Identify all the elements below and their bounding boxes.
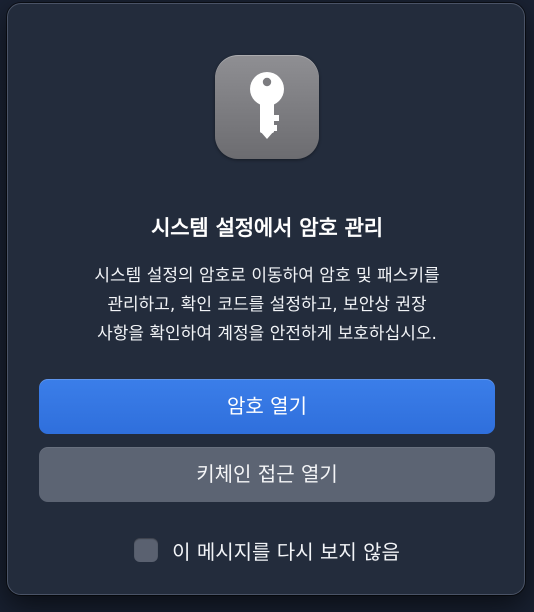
message-line: 사항을 확인하여 계정을 안전하게 보호하십시오. — [97, 324, 437, 344]
message-line: 관리하고, 확인 코드를 설정하고, 보안상 권장 — [107, 295, 427, 315]
key-icon — [215, 55, 319, 159]
dont-show-again-row[interactable]: 이 메시지를 다시 보지 않음 — [8, 534, 526, 566]
open-keychain-access-button[interactable]: 키체인 접근 열기 — [39, 447, 495, 502]
message-line: 시스템 설정의 암호로 이동하여 암호 및 패스키를 — [94, 266, 440, 286]
open-passwords-button[interactable]: 암호 열기 — [39, 379, 495, 434]
dont-show-again-label[interactable]: 이 메시지를 다시 보지 않음 — [172, 536, 400, 565]
dont-show-again-checkbox[interactable] — [134, 538, 159, 562]
dialog-message: 시스템 설정의 암호로 이동하여 암호 및 패스키를 관리하고, 확인 코드를 … — [38, 262, 496, 349]
passwords-dialog: 시스템 설정에서 암호 관리 시스템 설정의 암호로 이동하여 암호 및 패스키… — [7, 3, 525, 595]
dialog-title: 시스템 설정에서 암호 관리 — [151, 216, 383, 240]
